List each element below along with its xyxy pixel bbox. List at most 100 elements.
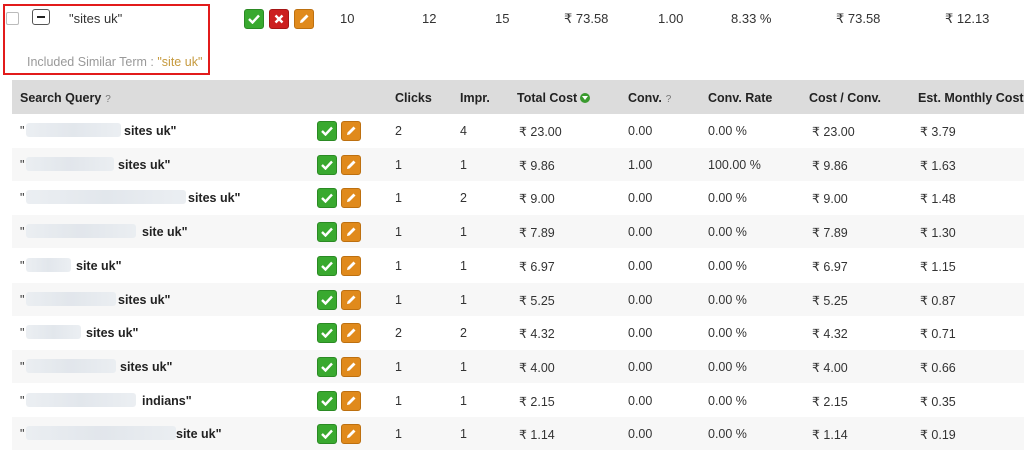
est-monthly-cell: ₹ 1.15 <box>920 260 956 274</box>
top-conversions-or-volume: 15 <box>495 11 510 26</box>
edit-query-button[interactable] <box>341 391 361 411</box>
redacted-query-text <box>26 190 186 204</box>
col-clicks[interactable]: Clicks <box>395 91 432 105</box>
query-open-quote: " <box>20 225 25 239</box>
redacted-query-text <box>26 292 116 306</box>
edit-query-button[interactable] <box>341 424 361 444</box>
search-query-text: sites uk" <box>124 124 177 138</box>
pencil-icon <box>347 261 356 270</box>
edit-query-button[interactable] <box>341 121 361 141</box>
col-conv-rate[interactable]: Conv. Rate <box>708 91 772 105</box>
top-impr: 12 <box>422 11 437 26</box>
edit-query-button[interactable] <box>341 155 361 175</box>
add-keyword-button[interactable] <box>317 323 337 343</box>
table-row: " sites uk" 1 1 ₹ 5.25 0.00 0.00 % ₹ 5.25 ₹ 0.87 <box>12 283 1024 316</box>
impr-cell: 1 <box>460 394 467 408</box>
edit-query-button[interactable] <box>341 323 361 343</box>
clicks-cell: 1 <box>395 259 402 273</box>
est-monthly-cell: ₹ 0.87 <box>920 294 956 308</box>
add-keyword-button[interactable] <box>317 155 337 175</box>
top-cost-conv: ₹ 73.58 <box>836 11 881 26</box>
est-monthly-cell: ₹ 0.19 <box>920 428 956 442</box>
clicks-cell: 1 <box>395 360 402 374</box>
approve-button[interactable] <box>244 9 264 29</box>
help-icon[interactable]: ? <box>105 94 111 105</box>
clicks-cell: 1 <box>395 158 402 172</box>
total-cost-cell: ₹ 9.00 <box>519 192 555 206</box>
clicks-cell: 1 <box>395 191 402 205</box>
edit-query-button[interactable] <box>341 256 361 276</box>
table-row: " site uk" 1 1 ₹ 6.97 0.00 0.00 % ₹ 6.97 ₹ 1.15 <box>12 249 1024 282</box>
col-impr[interactable]: Impr. <box>460 91 490 105</box>
add-keyword-button[interactable] <box>317 121 337 141</box>
est-monthly-cell: ₹ 1.48 <box>920 192 956 206</box>
est-monthly-cell: ₹ 0.66 <box>920 361 956 375</box>
edit-button[interactable] <box>294 9 314 29</box>
col-total-cost[interactable]: Total Cost <box>517 91 591 105</box>
table-row: " indians" 1 1 ₹ 2.15 0.00 0.00 % ₹ 2.15 ₹ 0.35 <box>12 384 1024 417</box>
impr-cell: 4 <box>460 124 467 138</box>
query-open-quote: " <box>20 326 25 340</box>
conv-rate-cell: 0.00 % <box>708 427 747 441</box>
pencil-icon <box>347 160 356 169</box>
total-cost-cell: ₹ 7.89 <box>519 226 555 240</box>
clicks-cell: 1 <box>395 394 402 408</box>
redacted-query-text <box>26 258 71 272</box>
est-monthly-cell: ₹ 1.30 <box>920 226 956 240</box>
col-cost-per-conv[interactable]: Cost / Conv. <box>809 91 881 105</box>
conv-cell: 1.00 <box>628 158 653 172</box>
col-conv[interactable]: Conv.? <box>628 91 671 105</box>
add-keyword-button[interactable] <box>317 391 337 411</box>
clicks-cell: 1 <box>395 293 402 307</box>
add-keyword-button[interactable] <box>317 357 337 377</box>
check-icon <box>321 261 333 271</box>
redacted-query-text <box>26 359 116 373</box>
impr-cell: 1 <box>460 360 467 374</box>
cost-per-conv-cell: ₹ 9.00 <box>812 192 848 206</box>
edit-query-button[interactable] <box>341 188 361 208</box>
pencil-icon <box>347 328 356 337</box>
conv-rate-cell: 0.00 % <box>708 191 747 205</box>
conv-cell: 0.00 <box>628 394 653 408</box>
top-total-cost: ₹ 73.58 <box>564 11 609 26</box>
col-search-query[interactable]: Search Query? <box>20 91 111 105</box>
total-cost-cell: ₹ 2.15 <box>519 395 555 409</box>
x-icon <box>274 14 284 24</box>
reject-button[interactable] <box>269 9 289 29</box>
add-keyword-button[interactable] <box>317 256 337 276</box>
add-keyword-button[interactable] <box>317 222 337 242</box>
edit-query-button[interactable] <box>341 290 361 310</box>
top-conv: 1.00 <box>658 11 684 26</box>
total-cost-cell: ₹ 5.25 <box>519 294 555 308</box>
sort-down-icon <box>580 93 591 103</box>
redacted-query-text <box>26 123 121 137</box>
conv-cell: 0.00 <box>628 259 653 273</box>
cost-per-conv-cell: ₹ 5.25 <box>812 294 848 308</box>
search-query-text: sites uk" <box>118 158 171 172</box>
table-row: " sites uk" 2 4 ₹ 23.00 0.00 0.00 % ₹ 23.00 ₹ 3.… <box>12 114 1024 147</box>
table-row: " sites uk" 1 2 ₹ 9.00 0.00 0.00 % ₹ 9.00 ₹ 1.48 <box>12 181 1024 214</box>
pencil-icon <box>347 227 356 236</box>
conv-cell: 0.00 <box>628 124 653 138</box>
est-monthly-cell: ₹ 0.71 <box>920 327 956 341</box>
add-keyword-button[interactable] <box>317 290 337 310</box>
conv-cell: 0.00 <box>628 293 653 307</box>
top-conv-rate: 8.33 % <box>731 11 772 26</box>
add-keyword-button[interactable] <box>317 424 337 444</box>
check-icon <box>321 227 333 237</box>
edit-query-button[interactable] <box>341 357 361 377</box>
pencil-icon <box>347 429 356 438</box>
total-cost-cell: ₹ 6.97 <box>519 260 555 274</box>
cost-per-conv-cell: ₹ 6.97 <box>812 260 848 274</box>
check-icon <box>321 362 333 372</box>
help-icon[interactable]: ? <box>666 94 672 105</box>
search-query-text: site uk" <box>142 225 188 239</box>
conv-rate-cell: 0.00 % <box>708 259 747 273</box>
col-est-monthly-cost[interactable]: Est. Monthly Cost <box>918 91 1024 105</box>
query-open-quote: " <box>20 191 25 205</box>
edit-query-button[interactable] <box>341 222 361 242</box>
cost-per-conv-cell: ₹ 7.89 <box>812 226 848 240</box>
add-keyword-button[interactable] <box>317 188 337 208</box>
pencil-icon <box>347 396 356 405</box>
cost-per-conv-cell: ₹ 2.15 <box>812 395 848 409</box>
